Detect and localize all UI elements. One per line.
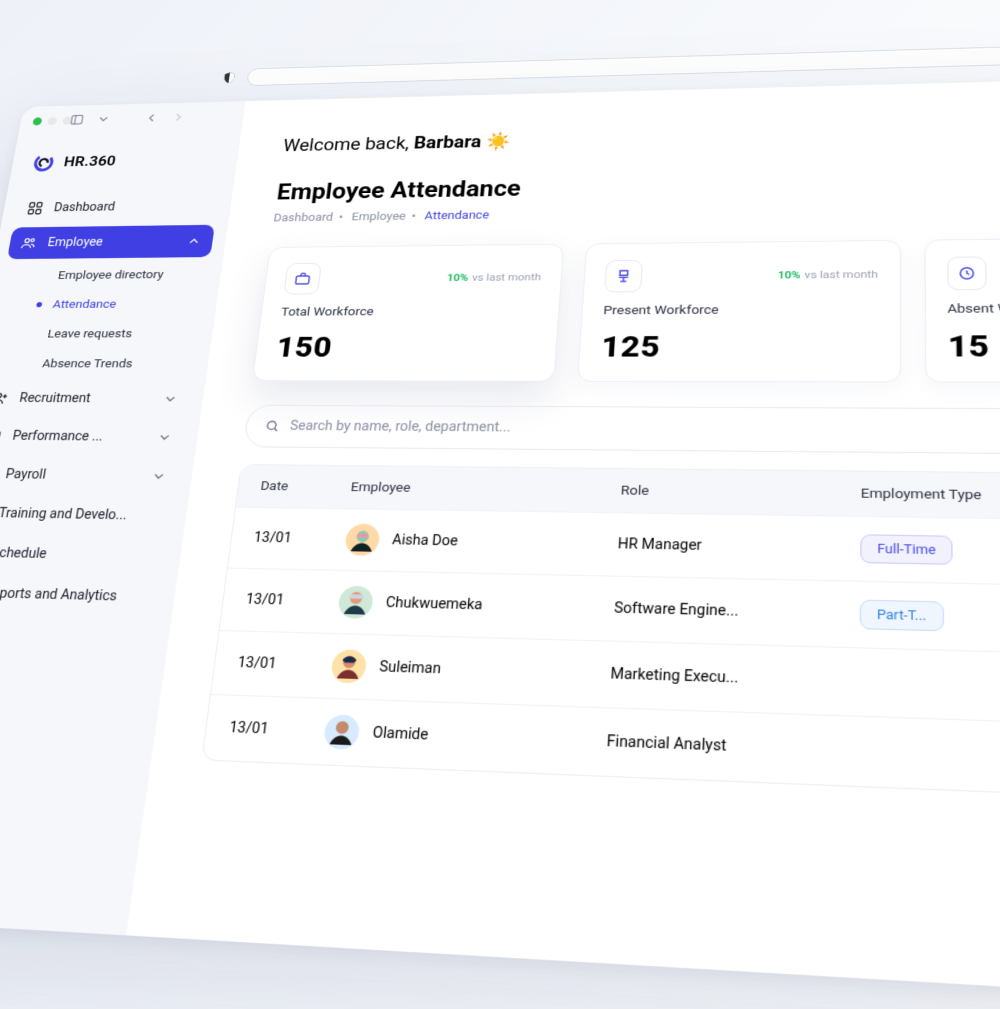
brand-logo-icon <box>30 152 57 173</box>
search-placeholder: Search by name, role, department... <box>289 419 511 435</box>
nav-forward-icon[interactable] <box>170 111 186 124</box>
sidebar-item-dashboard[interactable]: Dashboard <box>14 190 220 225</box>
cell-role: HR Manager <box>617 536 860 557</box>
traffic-dot[interactable] <box>32 117 42 125</box>
employment-type-pill: Part-T... <box>860 600 944 632</box>
stat-delta: 10%vs last month <box>446 270 541 283</box>
th-employee: Employee <box>350 480 621 499</box>
stat-card-absent-workforce: 10%vs last month Absent Workforce 15 <box>924 236 1000 383</box>
cell-employee: Suleiman <box>329 648 611 692</box>
sidebar-subitem-trends[interactable]: Absence Trends <box>12 350 197 379</box>
page-title: Employee Attendance <box>275 163 1000 206</box>
sidebar-item-label: Training and Develo... <box>0 506 128 523</box>
stat-label: Absent Workforce <box>947 300 1000 317</box>
chevron-up-icon <box>186 234 203 248</box>
clock-alert-icon <box>947 256 987 290</box>
browser-urlbar[interactable] <box>246 38 1000 86</box>
cell-employee: Chukwuemeka <box>336 585 615 626</box>
stat-value: 15 <box>948 327 1000 364</box>
sidebar-sublist-employee: Employee directory Attendance Leave requ… <box>0 260 210 378</box>
sidebar-item-label: Reports and Analytics <box>0 586 118 605</box>
traffic-dot[interactable] <box>47 117 57 125</box>
chevron-down-icon <box>150 469 168 484</box>
sidebar-item-label: Payroll <box>4 467 47 482</box>
user-plus-icon <box>0 390 10 406</box>
sidebar-item-recruitment[interactable]: Recruitment <box>0 381 192 416</box>
cell-role: Marketing Execu... <box>610 666 859 691</box>
window-traffic-lights <box>32 117 72 126</box>
sidebar-item-label: Schedule <box>0 545 48 561</box>
cell-date: 13/01 <box>228 720 324 740</box>
cell-date: 13/01 <box>253 530 346 547</box>
brand: HR.360 <box>20 148 226 189</box>
search-icon <box>263 419 281 434</box>
chevron-down-icon[interactable] <box>95 113 111 126</box>
stat-value: 125 <box>600 328 878 364</box>
users-icon <box>19 235 38 250</box>
cell-employee: Olamide <box>322 713 608 760</box>
sidebar-item-training[interactable]: Training and Develo... <box>0 495 175 534</box>
cell-date: 13/01 <box>245 592 339 610</box>
stat-value: 150 <box>274 329 537 364</box>
app-window: HR.360 Dashboard Employee Employee direc… <box>0 74 1000 1009</box>
sidebar-toggle-icon[interactable] <box>69 113 85 126</box>
sidebar-subitem-leave[interactable]: Leave requests <box>18 319 201 347</box>
th-role: Role <box>620 483 860 502</box>
th-date: Date <box>260 478 352 494</box>
stat-label: Present Workforce <box>603 302 878 318</box>
sidebar-item-label: Employee <box>46 235 103 249</box>
sidebar-item-schedule[interactable]: Schedule <box>0 534 169 575</box>
stats-row: 10%vs last month Total Workforce 150 10%… <box>252 236 1000 383</box>
sidebar-item-performance[interactable]: Performance ... <box>0 419 186 455</box>
sidebar-item-reports[interactable]: Reports and Analytics <box>0 574 163 616</box>
sidebar-item-label: Dashboard <box>53 200 116 214</box>
chair-icon <box>605 260 644 293</box>
employment-type-pill: Full-Time <box>860 534 953 565</box>
chevron-down-icon <box>162 392 179 407</box>
stat-label: Total Workforce <box>280 304 539 320</box>
attendance-table: Date Employee Role Employment Type 13/01… <box>201 464 1000 805</box>
sidebar-item-payroll[interactable]: Payroll <box>0 457 181 495</box>
cell-date: 13/01 <box>237 655 332 674</box>
avatar <box>322 713 362 750</box>
stat-card-total-workforce: 10%vs last month Total Workforce 150 <box>252 244 565 382</box>
th-type: Employment Type <box>861 486 1000 505</box>
cell-employee: Aisha Doe <box>343 523 619 562</box>
stat-card-present-workforce: 10%vs last month Present Workforce 125 <box>577 240 900 383</box>
stat-delta: 10%vs last month <box>778 268 879 282</box>
sidebar-subitem-attendance[interactable]: Attendance <box>23 290 205 319</box>
avatar <box>329 648 368 684</box>
avatar <box>343 523 381 557</box>
chevron-down-icon <box>156 430 174 445</box>
table-toolbar: Search by name, role, department... ⌘ K … <box>243 405 1000 457</box>
cell-role: Software Engine... <box>614 600 860 623</box>
avatar <box>336 585 375 620</box>
grid-icon <box>26 201 45 216</box>
sidebar-subitem-directory[interactable]: Employee directory <box>28 260 209 289</box>
sidebar-item-label: Performance ... <box>11 429 104 444</box>
brand-name: HR.360 <box>63 153 118 170</box>
cell-role: Financial Analyst <box>606 733 859 760</box>
breadcrumb-item-current: Attendance <box>424 209 490 223</box>
shield-icon <box>221 71 237 84</box>
main-content: Welcome back, Barbara ☀️ Employee Attend… <box>126 74 1000 1009</box>
briefcase-icon <box>283 263 321 295</box>
chart-icon <box>0 428 3 444</box>
breadcrumb-item[interactable]: Employee <box>351 210 407 224</box>
welcome-text: Welcome back, Barbara ☀️ <box>282 114 1000 155</box>
nav-back-icon[interactable] <box>143 111 159 124</box>
sidebar-item-employee[interactable]: Employee <box>7 225 215 259</box>
sidebar-item-label: Recruitment <box>18 391 91 406</box>
search-input[interactable]: Search by name, role, department... ⌘ K <box>243 405 1000 455</box>
breadcrumb-item[interactable]: Dashboard <box>273 211 334 225</box>
